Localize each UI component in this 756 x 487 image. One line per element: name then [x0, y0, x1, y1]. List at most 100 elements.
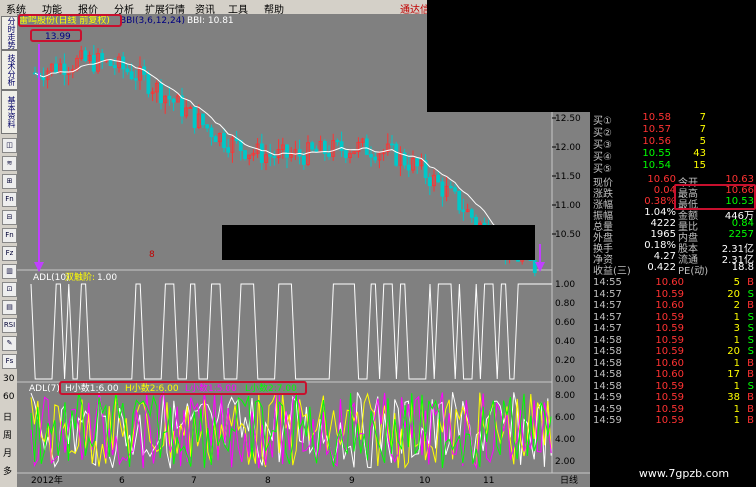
panel2-param-label: 双触阶:	[65, 271, 95, 283]
quote-panel: 买① 10.58 7 买② 10.57 7 买③ 10.56 5 买④ 10.55 43 买⑤ 10.54…	[590, 112, 756, 487]
side-tool-button-3[interactable]: Fn	[2, 192, 17, 207]
order-book-row: 买① 10.58 7	[590, 112, 756, 127]
tick-price: 10.59	[655, 334, 684, 346]
price-tick-label: 10.50	[555, 230, 581, 240]
candle-body	[448, 185, 453, 189]
panel2-param-value: 1.00	[97, 273, 117, 283]
stat-value: 0.38%	[644, 196, 676, 207]
candle-body	[222, 133, 226, 149]
tick-trade-row: 14:59 10.59 1 B	[590, 415, 756, 427]
side-tab-2[interactable]: 基本资料	[1, 90, 18, 134]
side-tool-button-6[interactable]: Fz	[2, 246, 17, 261]
period-button-日[interactable]: 日	[3, 410, 12, 423]
tick-side: S	[747, 288, 754, 300]
stat-value-2: 2257	[728, 229, 754, 240]
price-tick-label: 12.00	[555, 143, 581, 153]
order-volume: 7	[699, 124, 706, 135]
tick-side: S	[747, 323, 754, 334]
candle-body	[427, 177, 432, 187]
candle-body	[112, 65, 117, 69]
tick-time: 14:59	[593, 415, 622, 426]
tick-volume: 2	[733, 300, 740, 311]
side-tool-button-9[interactable]: ▤	[2, 300, 17, 315]
tick-trade-row: 14:58 10.59 1 S	[590, 335, 756, 347]
time-axis-label: 8	[265, 476, 271, 486]
panel3-tick-label: 8.00	[555, 391, 575, 401]
panel3-param-2: L小数1:5.00	[185, 382, 237, 394]
tick-price: 10.59	[655, 346, 684, 357]
side-tool-button-11[interactable]: ✎	[2, 336, 17, 351]
panel2-tick-label: 0.20	[555, 356, 575, 366]
tick-price: 10.59	[655, 288, 684, 300]
candle-body	[335, 140, 340, 143]
tick-trade-row: 14:58 10.59 1 S	[590, 381, 756, 393]
tick-volume: 38	[727, 392, 740, 403]
side-tab-0[interactable]: 分时走势	[1, 16, 18, 50]
tick-trade-row: 14:57 10.59 20 S	[590, 289, 756, 301]
tick-time: 14:57	[593, 288, 622, 300]
tick-price: 10.60	[655, 277, 684, 288]
tick-time: 14:59	[593, 392, 622, 403]
side-tab-1[interactable]: 技术分析	[1, 50, 18, 90]
tick-side: B	[747, 369, 754, 380]
panel3-indicator-name: ADL(7)	[29, 384, 60, 394]
time-axis-label: 7	[191, 476, 197, 486]
side-tool-button-8[interactable]: ⊡	[2, 282, 17, 297]
tick-side: B	[747, 357, 754, 369]
stat-value: 4222	[650, 218, 676, 229]
side-tool-button-12[interactable]: Fs	[2, 354, 17, 369]
tick-time: 14:59	[593, 403, 622, 415]
candle-body	[133, 78, 138, 81]
tick-trade-row: 14:57 10.59 1 S	[590, 312, 756, 324]
tick-time: 14:58	[593, 369, 622, 380]
candle-body	[83, 50, 88, 61]
candle-body	[373, 156, 378, 161]
tick-trade-row: 14:58 10.59 20 S	[590, 346, 756, 358]
candle-body	[457, 190, 462, 211]
tick-side: B	[747, 415, 754, 426]
period-button-周[interactable]: 周	[3, 428, 12, 441]
sidebar-toolbar: 分时走势 技术分析 基本资料 ◫ ≋ ⊞ Fn ⊟ Fn Fz ▥ ⊡ ▤ RSI ✎ Fs 30 60 日周月多	[0, 14, 18, 487]
candle-body	[469, 209, 474, 218]
tick-time: 14:58	[593, 346, 622, 357]
panel2-tick-label: 0.60	[555, 318, 575, 328]
tick-time: 14:58	[593, 334, 622, 346]
tick-trade-row: 14:59 10.59 38 B	[590, 392, 756, 404]
stat-value: 4.27	[653, 251, 676, 262]
side-tool-button-4[interactable]: ⊟	[2, 210, 17, 225]
candle-body	[213, 136, 218, 143]
side-tool-button-10[interactable]: RSI	[2, 318, 17, 333]
tick-price: 10.59	[655, 323, 684, 334]
order-price: 10.55	[642, 148, 671, 159]
highlight-frame-quote	[674, 184, 756, 210]
panel3-param-3: L小数2:7.00	[245, 382, 297, 394]
tick-trade-row: 14:58 10.60 17 B	[590, 369, 756, 381]
tick-trade-row: 14:59 10.59 1 B	[590, 404, 756, 416]
stat-value: 0.422	[647, 262, 676, 273]
order-book-row: 买④ 10.55 43	[590, 148, 756, 163]
candle-body	[226, 147, 231, 153]
tick-time: 14:57	[593, 323, 622, 334]
side-tool-button-7[interactable]: ▥	[2, 264, 17, 279]
period-button-60[interactable]: 60	[3, 392, 14, 402]
stat-label: 收益(三)	[593, 266, 631, 277]
stat-value-2: 0.84	[731, 218, 754, 229]
time-axis-label: 10	[419, 476, 431, 486]
candle-body	[125, 68, 130, 73]
period-button-多[interactable]: 多	[3, 464, 12, 477]
period-button-30[interactable]: 30	[3, 374, 14, 384]
period-button-月[interactable]: 月	[3, 446, 12, 459]
candle-body	[209, 127, 214, 138]
candle-body	[171, 98, 176, 103]
side-tool-button-0[interactable]: ◫	[2, 138, 17, 153]
candle-body	[192, 107, 197, 128]
side-tool-button-1[interactable]: ≋	[2, 156, 17, 171]
order-volume: 5	[699, 136, 706, 147]
order-volume: 7	[699, 112, 706, 123]
side-tool-button-2[interactable]: ⊞	[2, 174, 17, 189]
candle-body	[146, 73, 151, 94]
candle-body	[343, 150, 348, 158]
period-label: 日线	[560, 474, 578, 486]
candle-body	[327, 153, 331, 157]
side-tool-button-5[interactable]: Fn	[2, 228, 17, 243]
